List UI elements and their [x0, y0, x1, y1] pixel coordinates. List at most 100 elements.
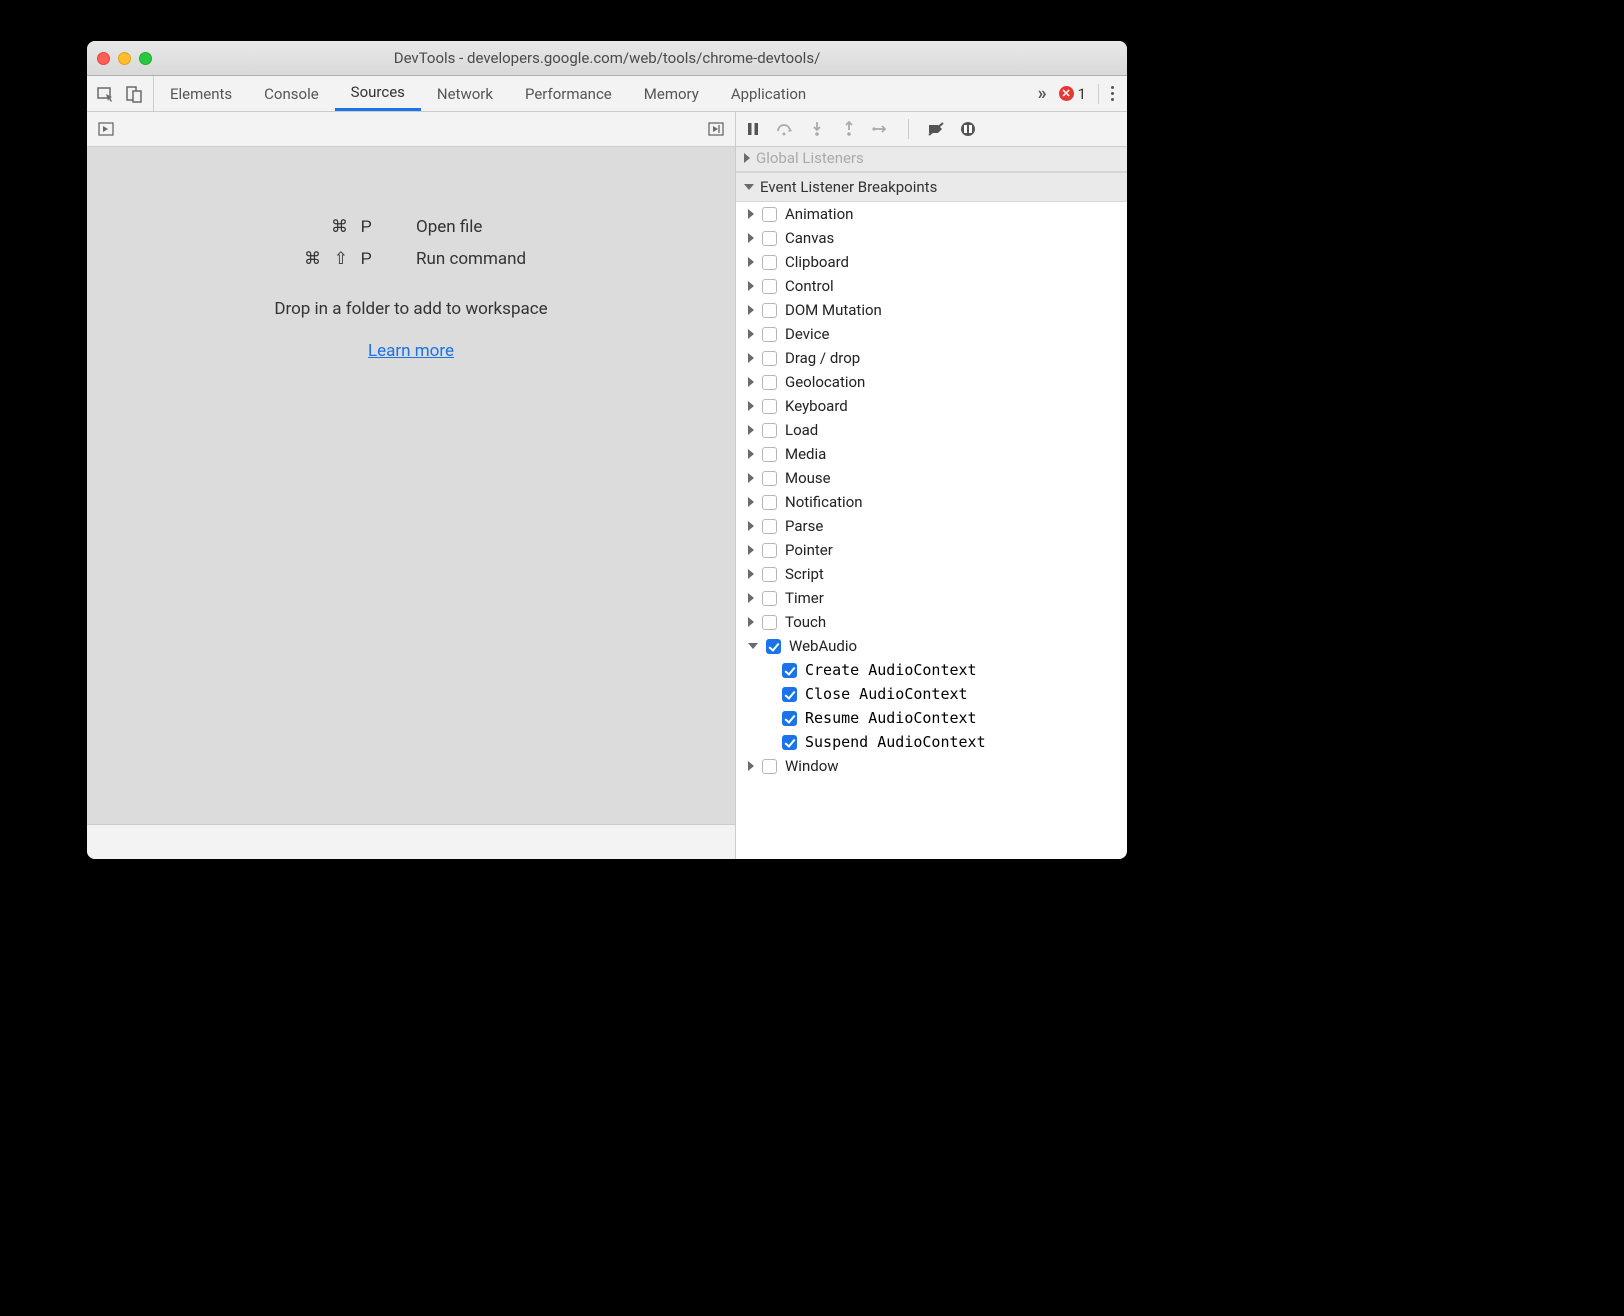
device-toolbar-icon[interactable] — [125, 85, 143, 103]
expand-icon — [744, 153, 750, 163]
expand-icon — [748, 569, 754, 579]
tab-elements[interactable]: Elements — [154, 76, 248, 111]
category-pointer[interactable]: Pointer — [736, 538, 1127, 562]
category-load[interactable]: Load — [736, 418, 1127, 442]
checkbox[interactable] — [766, 639, 781, 654]
category-window[interactable]: Window — [736, 754, 1127, 778]
webaudio-children: Create AudioContext Close AudioContext Res… — [736, 658, 1127, 754]
checkbox[interactable] — [762, 207, 777, 222]
breakpoint-suspend-audiocontext[interactable]: Suspend AudioContext — [736, 730, 1127, 754]
category-webaudio[interactable]: WebAudio — [736, 634, 1127, 658]
category-label: Touch — [785, 613, 826, 631]
checkbox[interactable] — [762, 615, 777, 630]
breakpoint-label: Suspend AudioContext — [805, 733, 986, 751]
checkbox[interactable] — [762, 471, 777, 486]
show-navigator-icon[interactable] — [97, 120, 115, 138]
tab-performance[interactable]: Performance — [509, 76, 628, 111]
checkbox[interactable] — [782, 735, 797, 750]
breakpoint-label: Create AudioContext — [805, 661, 977, 679]
dropzone[interactable]: ⌘ P Open file ⌘ ⇧ P Run command Drop in … — [87, 147, 735, 824]
checkbox[interactable] — [762, 447, 777, 462]
step-over-icon[interactable] — [776, 120, 794, 138]
separator — [908, 119, 909, 139]
checkbox[interactable] — [762, 351, 777, 366]
expand-icon — [748, 545, 754, 555]
more-tabs-icon[interactable]: » — [1038, 83, 1047, 104]
category-touch[interactable]: Touch — [736, 610, 1127, 634]
error-badge[interactable]: ✕ 1 — [1059, 85, 1086, 103]
category-label: Device — [785, 325, 829, 343]
expand-icon — [748, 617, 754, 627]
category-timer[interactable]: Timer — [736, 586, 1127, 610]
category-script[interactable]: Script — [736, 562, 1127, 586]
tab-sources[interactable]: Sources — [335, 76, 421, 111]
checkbox[interactable] — [762, 543, 777, 558]
tab-memory[interactable]: Memory — [628, 76, 715, 111]
step-icon[interactable] — [872, 120, 890, 138]
shortcut-open-file: ⌘ P Open file — [206, 217, 616, 237]
pane-label: Event Listener Breakpoints — [760, 178, 937, 196]
breakpoint-close-audiocontext[interactable]: Close AudioContext — [736, 682, 1127, 706]
tab-network[interactable]: Network — [421, 76, 509, 111]
main-body: ⌘ P Open file ⌘ ⇧ P Run command Drop in … — [87, 112, 1127, 859]
checkbox[interactable] — [782, 687, 797, 702]
devtools-tabbar: Elements Console Sources Network Perform… — [87, 76, 1127, 112]
checkbox[interactable] — [762, 591, 777, 606]
category-label: Animation — [785, 205, 853, 223]
checkbox[interactable] — [762, 495, 777, 510]
sources-left-panel: ⌘ P Open file ⌘ ⇧ P Run command Drop in … — [87, 112, 736, 859]
learn-more-link[interactable]: Learn more — [368, 341, 454, 361]
kebab-menu-icon[interactable] — [1111, 86, 1115, 101]
category-drag-drop[interactable]: Drag / drop — [736, 346, 1127, 370]
checkbox[interactable] — [782, 663, 797, 678]
pause-on-exceptions-icon[interactable] — [959, 120, 977, 138]
pane-event-listener-breakpoints[interactable]: Event Listener Breakpoints — [736, 172, 1127, 202]
checkbox[interactable] — [762, 327, 777, 342]
shortcut-label: Open file — [416, 217, 616, 237]
inspect-element-icon[interactable] — [97, 85, 115, 103]
category-media[interactable]: Media — [736, 442, 1127, 466]
category-mouse[interactable]: Mouse — [736, 466, 1127, 490]
expand-icon — [748, 497, 754, 507]
category-control[interactable]: Control — [736, 274, 1127, 298]
checkbox[interactable] — [782, 711, 797, 726]
error-count: 1 — [1078, 85, 1086, 103]
category-animation[interactable]: Animation — [736, 202, 1127, 226]
step-into-icon[interactable] — [808, 120, 826, 138]
checkbox[interactable] — [762, 279, 777, 294]
show-debugger-icon[interactable] — [707, 120, 725, 138]
category-keyboard[interactable]: Keyboard — [736, 394, 1127, 418]
breakpoint-label: Close AudioContext — [805, 685, 968, 703]
category-device[interactable]: Device — [736, 322, 1127, 346]
expand-icon — [748, 377, 754, 387]
category-notification[interactable]: Notification — [736, 490, 1127, 514]
debugger-toolbar — [736, 112, 1127, 147]
checkbox[interactable] — [762, 255, 777, 270]
checkbox[interactable] — [762, 231, 777, 246]
checkbox[interactable] — [762, 375, 777, 390]
pane-global-listeners[interactable]: Global Listeners — [736, 147, 1127, 172]
checkbox[interactable] — [762, 519, 777, 534]
checkbox[interactable] — [762, 759, 777, 774]
checkbox[interactable] — [762, 423, 777, 438]
category-parse[interactable]: Parse — [736, 514, 1127, 538]
checkbox[interactable] — [762, 303, 777, 318]
tab-application[interactable]: Application — [715, 76, 822, 111]
breakpoint-resume-audiocontext[interactable]: Resume AudioContext — [736, 706, 1127, 730]
step-out-icon[interactable] — [840, 120, 858, 138]
pause-icon[interactable] — [744, 120, 762, 138]
expand-icon — [748, 593, 754, 603]
inspect-controls — [87, 76, 154, 111]
category-dom-mutation[interactable]: DOM Mutation — [736, 298, 1127, 322]
breakpoint-create-audiocontext[interactable]: Create AudioContext — [736, 658, 1127, 682]
error-dot-icon: ✕ — [1059, 86, 1074, 101]
checkbox[interactable] — [762, 399, 777, 414]
category-geolocation[interactable]: Geolocation — [736, 370, 1127, 394]
tab-console[interactable]: Console — [248, 76, 335, 111]
debugger-panes: Global Listeners Event Listener Breakpoi… — [736, 147, 1127, 859]
deactivate-breakpoints-icon[interactable] — [927, 120, 945, 138]
category-clipboard[interactable]: Clipboard — [736, 250, 1127, 274]
checkbox[interactable] — [762, 567, 777, 582]
category-label: Notification — [785, 493, 863, 511]
category-canvas[interactable]: Canvas — [736, 226, 1127, 250]
